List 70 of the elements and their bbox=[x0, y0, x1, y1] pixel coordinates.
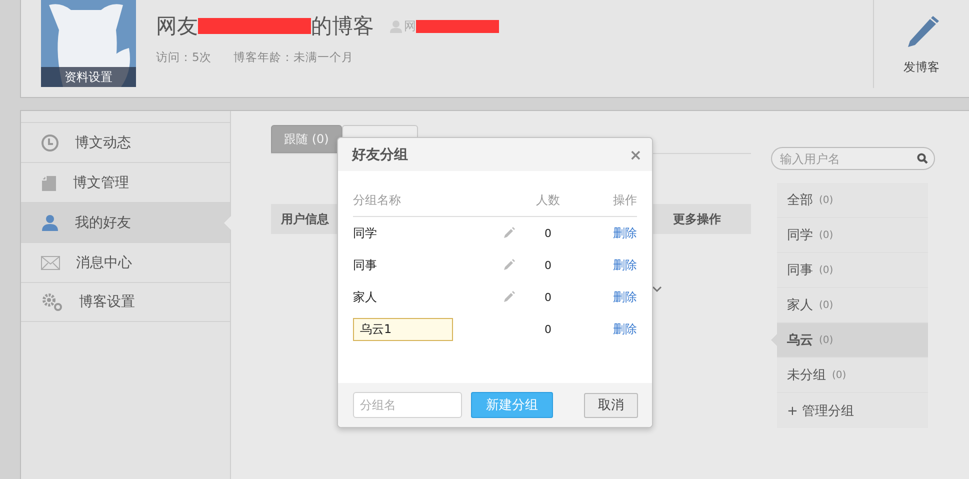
close-button[interactable]: × bbox=[629, 146, 642, 164]
stat-text: 访问：5次 bbox=[156, 50, 212, 65]
member-count: 0 bbox=[544, 322, 552, 336]
group-name: 同学 bbox=[787, 227, 813, 244]
group-item[interactable]: 乌云 (0) bbox=[777, 323, 928, 358]
pencil-icon[interactable] bbox=[503, 227, 515, 239]
sidebar-label: 博文动态 bbox=[75, 134, 131, 152]
dialog-title: 好友分组 bbox=[352, 146, 408, 164]
sidebar-label: 博客设置 bbox=[79, 293, 135, 311]
stat-text: 博客年龄：未满一个月 bbox=[233, 50, 354, 65]
group-name: 乌云 bbox=[787, 332, 813, 349]
group-item[interactable]: 未分组 (0) bbox=[777, 358, 928, 393]
envelope-icon bbox=[41, 256, 60, 270]
sidebar-label: 消息中心 bbox=[76, 254, 132, 272]
avatar-caption[interactable]: 资料设置 bbox=[41, 67, 136, 87]
user-icon bbox=[390, 20, 402, 32]
group-name-field[interactable]: 乌云1 bbox=[353, 318, 453, 340]
blog-title: 网友 bbox=[156, 13, 198, 40]
delete-link[interactable]: 删除 bbox=[573, 224, 637, 242]
cancel-button[interactable]: 取消 bbox=[584, 392, 638, 418]
group-count: (0) bbox=[819, 300, 834, 310]
sidebar-item[interactable]: 博文动态 bbox=[21, 122, 230, 162]
group-item[interactable]: 同事 (0) bbox=[777, 253, 928, 288]
group-count: (0) bbox=[832, 370, 846, 380]
search-icon bbox=[917, 153, 928, 164]
member-count: 0 bbox=[544, 226, 552, 240]
person-icon bbox=[41, 214, 59, 232]
blog-title: 的博客 bbox=[311, 13, 374, 40]
group-name: 未分组 bbox=[787, 367, 826, 384]
column-header: 分组名称 bbox=[353, 192, 402, 209]
group-count: (0) bbox=[819, 194, 834, 206]
group-name: 同学 bbox=[353, 224, 378, 242]
column-header: 操作 bbox=[612, 192, 637, 209]
group-name: 家人 bbox=[787, 297, 813, 314]
group-item[interactable]: 同学 (0) bbox=[777, 218, 928, 253]
pencil-icon[interactable] bbox=[503, 259, 515, 271]
member-count: 0 bbox=[544, 290, 552, 304]
group-count: (0) bbox=[819, 264, 834, 276]
member-count: 0 bbox=[544, 258, 552, 272]
delete-link[interactable]: 删除 bbox=[573, 320, 637, 338]
user-name: 网 bbox=[404, 18, 416, 34]
pencil-icon[interactable] bbox=[503, 291, 515, 303]
group-name: 同事 bbox=[353, 256, 378, 274]
document-icon bbox=[41, 174, 57, 190]
sidebar-item[interactable]: 博客设置 bbox=[21, 282, 230, 322]
delete-link[interactable]: 删除 bbox=[573, 288, 637, 306]
search-field[interactable]: 输入用户名 bbox=[778, 150, 917, 166]
group-item[interactable]: 家人 (0) bbox=[777, 288, 928, 323]
sidebar-label: 我的好友 bbox=[75, 214, 131, 232]
post-blog-button[interactable]: 发博客 bbox=[873, 0, 969, 88]
search-box[interactable]: 输入用户名 bbox=[771, 147, 935, 170]
column-header: 更多操作 bbox=[673, 210, 721, 228]
manage-groups-link[interactable]: + 管理分组 bbox=[777, 393, 928, 428]
column-header: 用户信息 bbox=[281, 210, 329, 228]
sidebar-item[interactable]: 消息中心 bbox=[21, 242, 230, 282]
delete-link[interactable]: 删除 bbox=[573, 256, 637, 274]
group-name-input[interactable]: 分组名 bbox=[353, 392, 462, 418]
group-name: 全部 bbox=[787, 192, 813, 209]
chevron-down-icon bbox=[652, 286, 662, 293]
group-item[interactable]: 全部 (0) bbox=[777, 183, 928, 218]
gears-icon bbox=[41, 292, 63, 312]
group-count: (0) bbox=[819, 230, 834, 240]
sidebar-item[interactable]: 我的好友 bbox=[21, 202, 230, 242]
sidebar-label: 博文管理 bbox=[73, 174, 129, 192]
column-header: 人数 bbox=[535, 192, 561, 209]
avatar[interactable]: 资料设置 bbox=[41, 0, 136, 87]
group-name: 同事 bbox=[787, 262, 813, 279]
clock-icon bbox=[41, 134, 59, 152]
group-name: 家人 bbox=[353, 288, 378, 306]
group-count: (0) bbox=[819, 334, 834, 346]
